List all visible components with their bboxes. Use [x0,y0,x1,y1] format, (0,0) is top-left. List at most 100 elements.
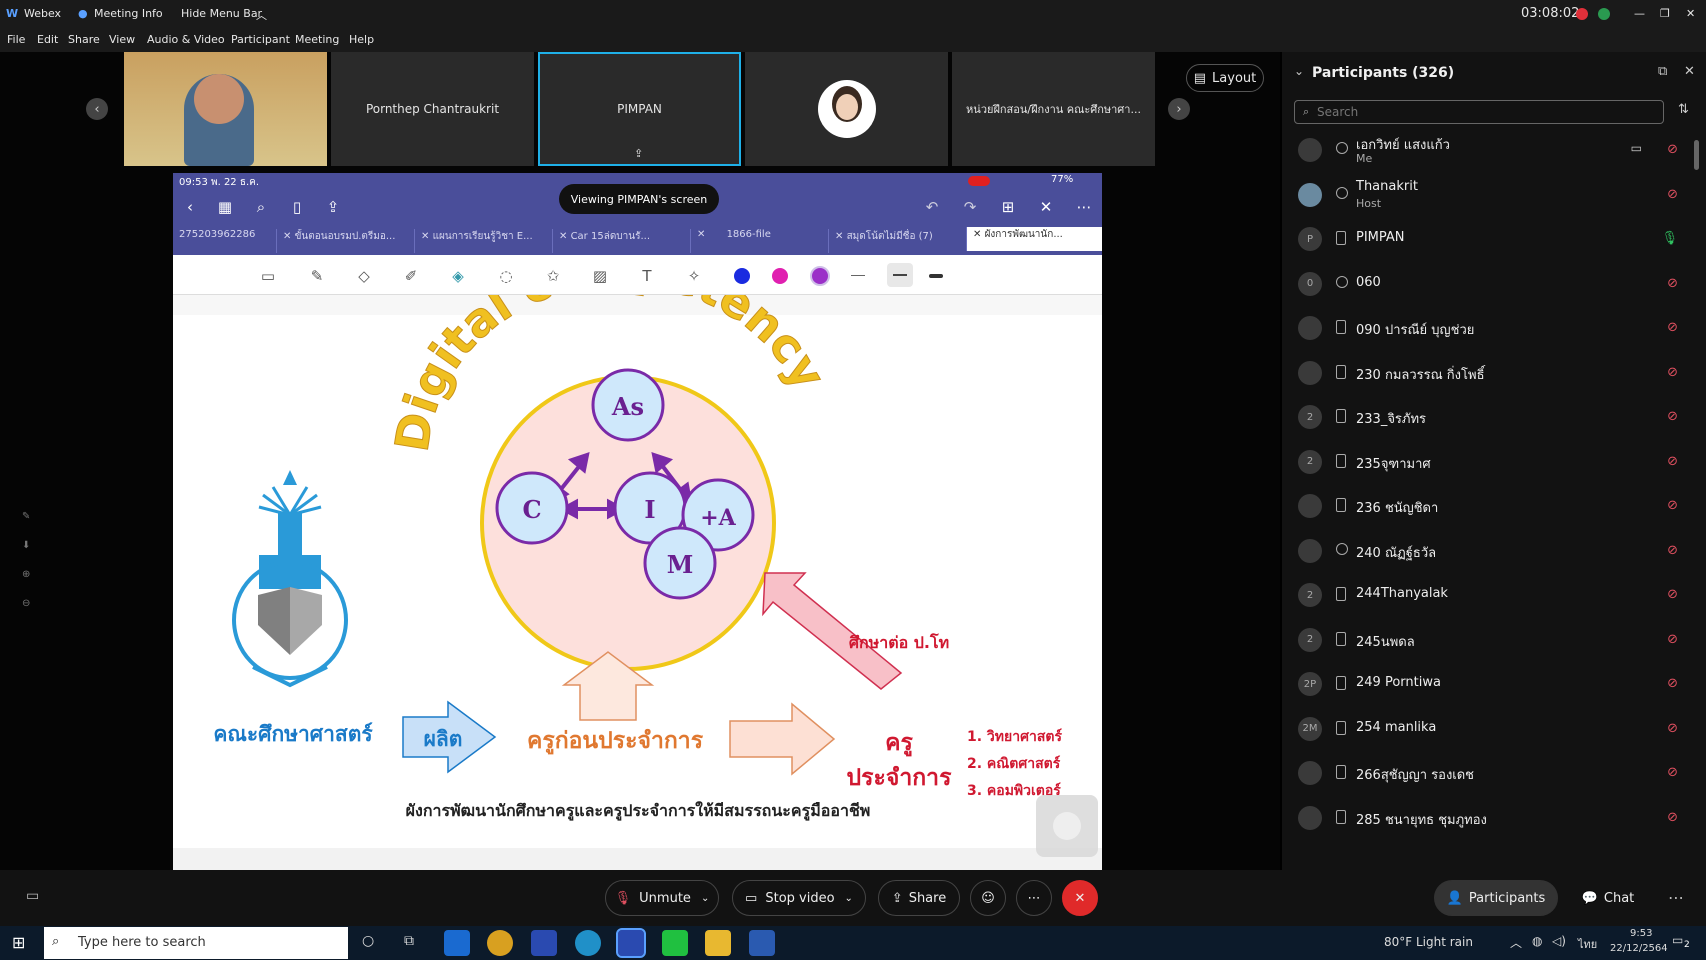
edge-legacy-icon[interactable] [444,930,470,956]
close-panel-icon[interactable]: ✕ [1684,64,1695,79]
mic-muted-icon[interactable]: ⊘ [1667,721,1678,736]
grid-icon[interactable]: ▦ [214,196,236,218]
notebook-tab[interactable]: ✕ ขั้นตอนอบรมป.ตรีมอ... [276,229,414,253]
stroke-thick[interactable] [929,274,943,278]
chevron-down-icon[interactable]: ⌄ [701,893,709,904]
menu-help[interactable]: Help [349,33,374,46]
text-icon[interactable]: T [636,265,658,287]
search-input[interactable] [1317,103,1647,121]
highlighter-icon[interactable]: ✐ [400,265,422,287]
menu-edit[interactable]: Edit [37,33,58,46]
mic-muted-icon[interactable]: ⊘ [1667,142,1678,157]
stop-video-button[interactable]: ▭ Stop video ⌄ [732,880,866,916]
chrome-icon[interactable] [487,930,513,956]
line-icon[interactable] [662,930,688,956]
participant-row[interactable]: 090 ปารณีย์ บุญช่วย ⊘ [1282,306,1706,350]
sort-icon[interactable]: ⇅ [1678,102,1689,117]
minimize-button[interactable]: — [1634,7,1645,20]
search-icon[interactable]: ⌕ [250,196,272,218]
notebook-tab[interactable]: ✕ 1866-file [690,229,828,253]
stroke-medium-selected[interactable] [887,263,913,287]
unmute-button[interactable]: 🎙 Unmute ⌄ [605,880,719,916]
pointer-icon[interactable]: ⬇ [22,531,30,560]
webex-icon[interactable] [531,930,557,956]
eraser-icon[interactable]: ◇ [353,265,375,287]
tray-chevron-icon[interactable]: ︿ [1510,934,1522,951]
menu-audio-video[interactable]: Audio & Video [147,33,225,46]
mic-muted-icon[interactable]: ⊘ [1667,454,1678,469]
more-icon[interactable]: ⋯ [1073,196,1095,218]
mic-muted-icon[interactable]: ⊘ [1667,187,1678,202]
leave-meeting-button[interactable]: ✕ [1062,880,1098,916]
shapes-icon[interactable]: ◈ [447,265,469,287]
more-options-button[interactable]: ⋯ [1016,880,1052,916]
stroke-thin[interactable] [851,275,865,276]
participant-row[interactable]: P PIMPAN 🎙 [1282,217,1706,261]
mic-muted-icon[interactable]: ⊘ [1667,320,1678,335]
zoom-in-icon[interactable]: ⊕ [22,560,30,589]
close-icon[interactable]: ✕ [1035,196,1057,218]
export-icon[interactable]: ⇪ [322,196,344,218]
participant-row[interactable]: 2 235จุฑามาศ ⊘ [1282,440,1706,484]
zoom-out-icon[interactable]: ⊖ [22,589,30,618]
mic-muted-icon[interactable]: ⊘ [1667,765,1678,780]
edge-icon[interactable] [575,930,601,956]
notebook-tab[interactable]: ✕ Car 15ล่ดบานรั... [552,229,690,253]
webex-meeting-icon[interactable] [616,928,646,958]
participant-row[interactable]: Thanakrit Host ⊘ [1282,173,1706,217]
mic-icon[interactable]: 🎙 [1661,231,1678,246]
notification-icon[interactable]: ▭ [1672,933,1683,947]
task-view-icon[interactable]: ⧉ [404,933,414,949]
participant-row[interactable]: 2 245นพดล ⊘ [1282,618,1706,662]
more-icon[interactable]: ⋯ [1668,888,1684,907]
lasso-icon[interactable]: ◌ [495,265,517,287]
mic-muted-icon[interactable]: ⊘ [1667,543,1678,558]
mic-muted-icon[interactable]: ⊘ [1667,676,1678,691]
share-button[interactable]: ⇪ Share [878,880,960,916]
captions-icon[interactable]: ▭ [26,888,39,904]
color-swatch-pink[interactable] [772,268,788,284]
windows-start-icon[interactable]: ⊞ [12,933,25,952]
participant-row[interactable]: 230 กมลวรรณ กิ่งโพธิ์ ⊘ [1282,351,1706,395]
undo-icon[interactable]: ↶ [921,196,943,218]
video-tile-participant[interactable] [745,52,948,166]
participant-row[interactable]: 236 ชนัญชิดา ⊘ [1282,484,1706,528]
video-tile-unit[interactable]: หน่วยฝึกสอน/ฝึกงาน คณะศึกษาศา... [952,52,1155,166]
menu-participant[interactable]: Participant [231,33,290,46]
participant-row[interactable]: 2P 249 Porntiwa ⊘ [1282,662,1706,706]
add-page-icon[interactable]: ⊞ [997,196,1019,218]
previous-page-button[interactable]: ‹ [86,98,108,120]
reactions-button[interactable]: ☺ [970,880,1006,916]
close-window-button[interactable]: ✕ [1686,7,1695,20]
volume-icon[interactable]: ◁) [1552,934,1566,948]
participant-row[interactable]: 266สุชัญญา รองเดช ⊘ [1282,751,1706,795]
laser-icon[interactable]: ✧ [683,265,705,287]
mic-muted-icon[interactable]: ⊘ [1667,632,1678,647]
mic-muted-icon[interactable]: ⊘ [1667,276,1678,291]
tray-date[interactable]: 22/12/2564 [1610,943,1668,954]
scrollbar[interactable] [1694,140,1699,170]
notebook-tab[interactable]: 275203962286 [173,229,276,253]
participant-row[interactable]: 2 244Thanyalak ⊘ [1282,573,1706,617]
shared-screen[interactable]: 09:53 พ. 22 ธ.ค. 77% ‹ ▦ ⌕ ▯ ⇪ Viewing P… [173,173,1102,871]
color-swatch-blue[interactable] [734,268,750,284]
mic-muted-icon[interactable]: ⊘ [1667,498,1678,513]
weather-widget[interactable]: 80°F Light rain [1384,935,1473,949]
participants-button[interactable]: 👤 Participants [1434,880,1558,916]
read-mode-icon[interactable]: ▭ [257,265,279,287]
sticker-icon[interactable]: ✩ [542,265,564,287]
pop-out-icon[interactable]: ⧉ [1658,64,1667,79]
chat-button[interactable]: 💬 Chat [1572,880,1644,916]
annotate-icon[interactable]: ✎ [22,502,30,531]
network-icon[interactable]: ◍ [1532,934,1542,948]
menu-meeting[interactable]: Meeting [295,33,339,46]
notebook-tab[interactable]: ✕ แผนการเรียนรู้วิชา E... [414,229,552,253]
menu-share[interactable]: Share [68,33,100,46]
participant-row[interactable]: เอกวิทย์ แสงแก้ว Me ▭ ⊘ [1282,128,1706,172]
search-field[interactable]: ⌕ [1294,100,1664,124]
meeting-info-button[interactable]: Meeting Info [94,7,163,20]
pen-icon[interactable]: ✎ [306,265,328,287]
video-tile-self[interactable] [124,52,327,166]
mic-muted-icon[interactable]: ⊘ [1667,587,1678,602]
menu-view[interactable]: View [109,33,135,46]
